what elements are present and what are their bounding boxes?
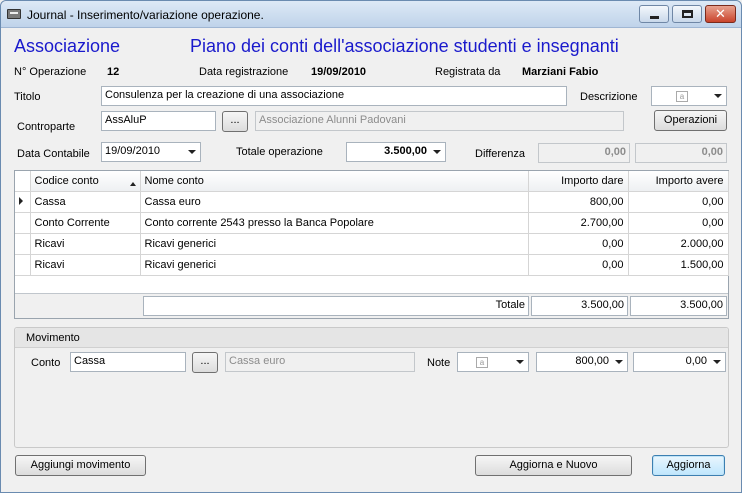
registration-date-value: 19/09/2010 — [311, 66, 367, 78]
chevron-down-icon — [188, 150, 196, 154]
column-header-codice[interactable]: Codice conto — [30, 171, 141, 192]
movimento-avere-value: 0,00 — [685, 355, 707, 367]
chevron-down-icon — [433, 150, 441, 154]
registered-by-label: Registrata da — [435, 66, 501, 78]
data-contabile-label: Data Contabile — [17, 148, 90, 160]
cell-codice[interactable]: Cassa — [30, 191, 141, 213]
window-title: Journal - Inserimento/variazione operazi… — [27, 8, 264, 22]
grid-header-row: Codice conto Nome conto Importo dare Imp… — [15, 171, 729, 192]
cell-nome[interactable]: Conto corrente 2543 presso la Banca Popo… — [140, 212, 529, 234]
aggiungi-movimento-button[interactable]: Aggiungi movimento — [15, 455, 146, 476]
movimento-avere-input[interactable]: 0,00 — [633, 352, 726, 372]
conto-browse-button[interactable]: ... — [192, 352, 218, 373]
row-pointer-icon — [19, 196, 23, 205]
operation-number-value: 12 — [107, 66, 120, 78]
grid-totals-bar: Totale 3.500,00 3.500,00 — [15, 293, 728, 318]
minimize-button[interactable] — [639, 5, 669, 23]
column-header-codice-label: Codice conto — [34, 174, 99, 187]
differenza-field-2: 0,00 — [635, 143, 727, 163]
cell-nome[interactable]: Ricavi generici — [140, 233, 529, 255]
registered-by-value: Marziani Fabio — [522, 66, 599, 78]
registration-date-label: Data registrazione — [199, 66, 289, 78]
differenza-field-1: 0,00 — [538, 143, 630, 163]
column-header-dare[interactable]: Importo dare — [528, 171, 629, 192]
row-selector[interactable] — [15, 233, 31, 255]
note-label: Note — [427, 357, 451, 369]
movimento-dare-input[interactable]: 800,00 — [536, 352, 628, 372]
note-page-icon: a — [676, 91, 688, 102]
controparte-label: Controparte — [17, 121, 76, 133]
conto-input[interactable]: Cassa — [70, 352, 186, 372]
controparte-code-input[interactable]: AssAluP — [101, 111, 216, 131]
cell-nome[interactable]: Cassa euro — [140, 191, 529, 213]
differenza-label: Differenza — [475, 148, 525, 160]
cell-avere[interactable]: 1.500,00 — [628, 254, 729, 276]
movements-grid: Codice conto Nome conto Importo dare Imp… — [14, 170, 729, 319]
totale-dare-cell: 3.500,00 — [531, 296, 628, 316]
cell-dare[interactable]: 800,00 — [528, 191, 629, 213]
cell-codice[interactable]: Ricavi — [30, 233, 141, 255]
titolo-input[interactable]: Consulenza per la creazione di una assoc… — [101, 86, 567, 106]
totale-avere-cell: 3.500,00 — [630, 296, 727, 316]
descrizione-label: Descrizione — [580, 91, 638, 103]
cell-avere[interactable]: 0,00 — [628, 212, 729, 234]
association-label: Associazione — [14, 36, 121, 56]
cell-nome[interactable]: Ricavi generici — [140, 254, 529, 276]
column-header-nome[interactable]: Nome conto — [140, 171, 529, 192]
operation-number-label: N° Operazione — [14, 66, 87, 78]
movimento-group: Movimento Conto Cassa ... Cassa euro Not… — [14, 327, 729, 448]
title-bar: Journal - Inserimento/variazione operazi… — [1, 1, 741, 28]
conto-label: Conto — [31, 357, 61, 369]
operazioni-button[interactable]: Operazioni — [654, 110, 727, 131]
chevron-down-icon — [714, 94, 722, 98]
data-contabile-input[interactable]: 19/09/2010 — [101, 142, 201, 162]
aggiorna-e-nuovo-button[interactable]: Aggiorna e Nuovo — [475, 455, 632, 476]
totale-label-cell: Totale — [143, 296, 529, 316]
cell-dare[interactable]: 0,00 — [528, 254, 629, 276]
cell-avere[interactable]: 0,00 — [628, 191, 729, 213]
chevron-down-icon — [713, 360, 721, 364]
totale-operazione-value: 3.500,00 — [384, 145, 427, 157]
movements-table: Codice conto Nome conto Importo dare Imp… — [15, 171, 729, 276]
titolo-label: Titolo — [14, 91, 41, 103]
data-contabile-value: 19/09/2010 — [105, 145, 161, 157]
header-selector-cell — [15, 171, 31, 192]
journal-app-icon — [7, 9, 21, 19]
row-selector[interactable] — [15, 212, 31, 234]
movimento-dare-value: 800,00 — [575, 355, 609, 367]
note-dropdown[interactable]: a — [457, 352, 529, 372]
table-row[interactable]: Conto Corrente Conto corrente 2543 press… — [15, 212, 729, 234]
note-page-icon: a — [476, 357, 488, 368]
controparte-browse-button[interactable]: ... — [222, 111, 248, 132]
journal-window: Journal - Inserimento/variazione operazi… — [0, 0, 742, 493]
cell-codice[interactable]: Ricavi — [30, 254, 141, 276]
sort-ascending-icon — [129, 181, 136, 186]
row-selector[interactable] — [15, 191, 31, 213]
close-button[interactable]: ✕ — [705, 5, 736, 23]
row-selector[interactable] — [15, 254, 31, 276]
cell-dare[interactable]: 2.700,00 — [528, 212, 629, 234]
aggiorna-button[interactable]: Aggiorna — [652, 455, 725, 476]
close-icon: ✕ — [715, 7, 726, 22]
chevron-down-icon — [615, 360, 623, 364]
cell-codice[interactable]: Conto Corrente — [30, 212, 141, 234]
descrizione-dropdown[interactable]: a — [651, 86, 727, 106]
chart-of-accounts-title: Piano dei conti dell'associazione studen… — [190, 36, 619, 56]
table-row[interactable]: Ricavi Ricavi generici 0,00 1.500,00 — [15, 254, 729, 276]
controparte-name-field: Associazione Alunni Padovani — [255, 111, 624, 131]
totale-operazione-label: Totale operazione — [236, 146, 323, 158]
minimize-icon — [650, 16, 659, 19]
cell-avere[interactable]: 2.000,00 — [628, 233, 729, 255]
chevron-down-icon — [516, 360, 524, 364]
movimento-title: Movimento — [26, 332, 80, 344]
cell-dare[interactable]: 0,00 — [528, 233, 629, 255]
maximize-button[interactable] — [672, 5, 702, 23]
table-row[interactable]: Cassa Cassa euro 800,00 0,00 — [15, 191, 729, 213]
movimento-header: Movimento — [15, 328, 728, 348]
table-row[interactable]: Ricavi Ricavi generici 0,00 2.000,00 — [15, 233, 729, 255]
totale-operazione-input[interactable]: 3.500,00 — [346, 142, 446, 162]
column-header-avere[interactable]: Importo avere — [628, 171, 729, 192]
conto-name-field: Cassa euro — [225, 352, 415, 372]
maximize-icon — [682, 10, 693, 18]
